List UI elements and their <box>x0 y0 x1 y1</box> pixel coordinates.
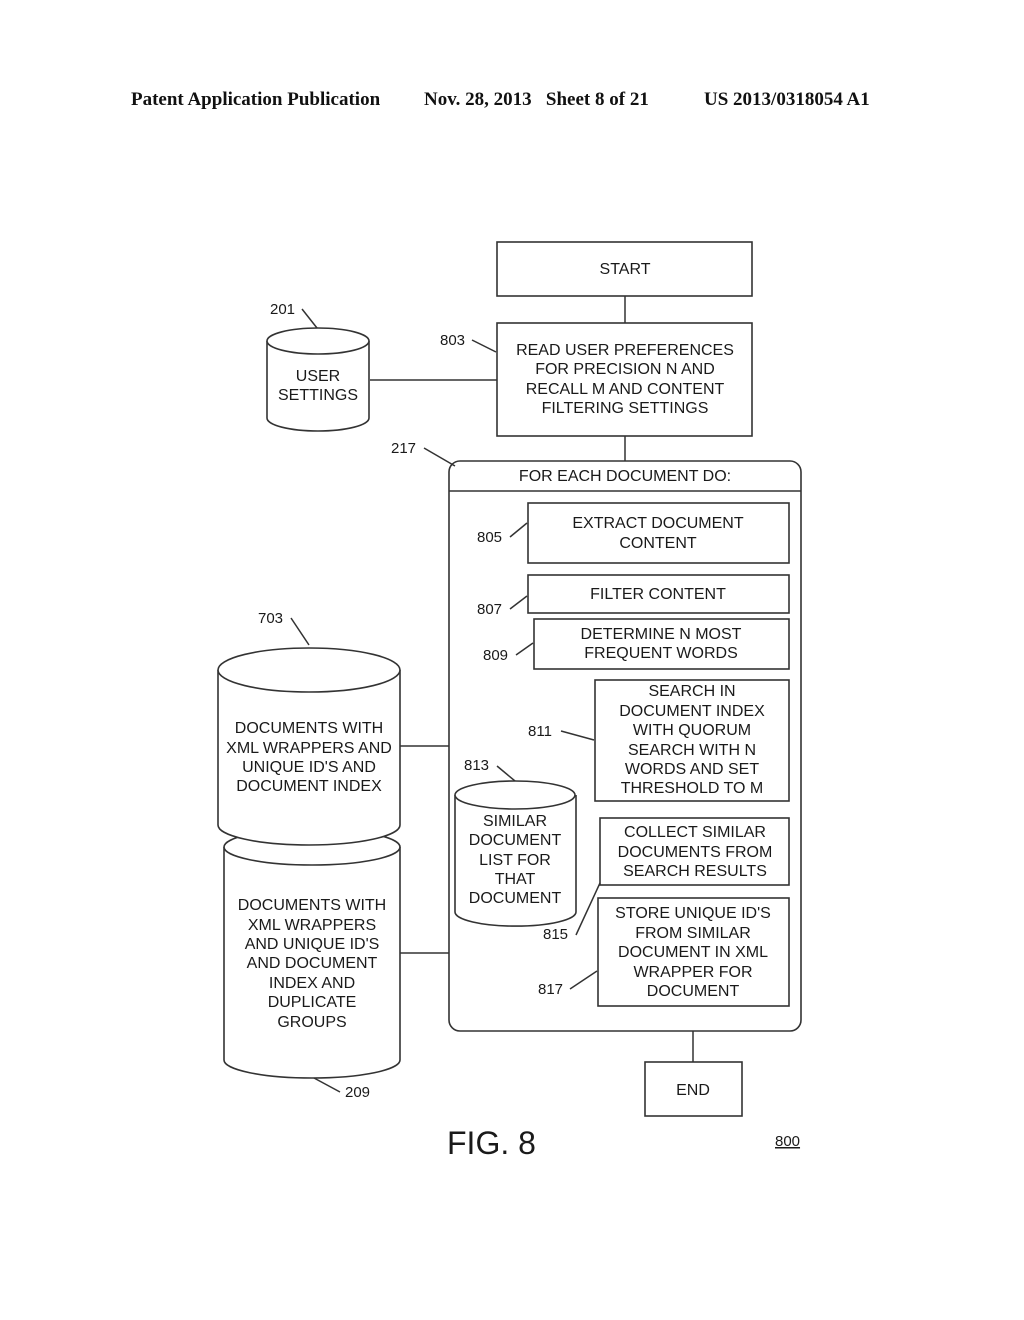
determine-line: DETERMINE N MOST <box>581 626 742 643</box>
end-label: END <box>676 1082 710 1099</box>
search-line: SEARCH IN <box>648 683 735 700</box>
ref-811: 811 <box>528 723 552 740</box>
docs-dup-line: DUPLICATE <box>268 994 357 1011</box>
collect-line: SEARCH RESULTS <box>623 863 767 880</box>
ref-815: 815 <box>543 926 568 943</box>
loop-title: FOR EACH DOCUMENT DO: <box>519 468 731 485</box>
store-line: FROM SIMILAR <box>635 925 751 942</box>
similar-list-line: LIST FOR <box>479 852 551 869</box>
patent-sheet: Patent Application Publication Nov. 28, … <box>0 0 1024 1320</box>
user-settings-line: SETTINGS <box>278 387 358 404</box>
docs-dup-line: GROUPS <box>277 1014 346 1031</box>
docs-index-line: UNIQUE ID'S AND <box>242 759 376 776</box>
store-line: DOCUMENT <box>647 983 740 1000</box>
similar-list-line: DOCUMENT <box>469 832 562 849</box>
leader-703 <box>290 617 310 646</box>
leader-201 <box>301 308 318 329</box>
store-line: WRAPPER FOR <box>633 964 752 981</box>
ref-813: 813 <box>464 757 489 774</box>
search-line: WITH QUORUM <box>633 722 751 739</box>
docs-dup-line: DOCUMENTS WITH <box>238 897 386 914</box>
collect-line: COLLECT SIMILAR <box>624 824 766 841</box>
search-line: WORDS AND SET <box>625 761 759 778</box>
flowchart: START READ USER PREFERENCES FOR PRECISIO… <box>217 241 802 1161</box>
collect-line: DOCUMENTS FROM <box>618 844 773 861</box>
ref-703: 703 <box>258 610 283 627</box>
user-settings-line: USER <box>296 368 340 385</box>
docs-index-line: XML WRAPPERS AND <box>226 740 392 757</box>
similar-list-line: THAT <box>495 871 536 888</box>
start-node: START <box>496 241 753 297</box>
ref-807: 807 <box>477 601 502 618</box>
ref-817: 817 <box>538 981 563 998</box>
ref-803: 803 <box>440 332 465 349</box>
store-line: DOCUMENT IN XML <box>618 944 768 961</box>
figure-caption: FIG. 8 <box>447 1125 536 1161</box>
docs-dup-line: INDEX AND <box>269 975 355 992</box>
read-prefs-line: READ USER PREFERENCES <box>516 342 734 359</box>
leader-217 <box>423 447 456 467</box>
search-line: THRESHOLD TO M <box>621 780 764 797</box>
start-label: START <box>600 261 651 278</box>
figure-ref-number: 800 <box>775 1133 800 1150</box>
docs-index-line: DOCUMENTS WITH <box>235 720 383 737</box>
read-prefs-line: FOR PRECISION N AND <box>535 361 715 378</box>
leader-209 <box>313 1077 341 1093</box>
search-line: DOCUMENT INDEX <box>619 703 765 720</box>
similar-list-line: DOCUMENT <box>469 890 562 907</box>
docs-dup-line: XML WRAPPERS <box>248 917 376 934</box>
user-settings-database: USER SETTINGS 201 <box>266 301 370 432</box>
store-line: STORE UNIQUE ID'S <box>615 905 771 922</box>
determine-line: FREQUENT WORDS <box>584 645 737 662</box>
docs-dup-line: AND UNIQUE ID'S <box>245 936 380 953</box>
leader-803 <box>471 339 497 353</box>
filter-line: FILTER CONTENT <box>590 586 726 603</box>
docs-duplicates-database: DOCUMENTS WITH XML WRAPPERS AND UNIQUE I… <box>223 828 401 1101</box>
extract-line: CONTENT <box>619 535 697 552</box>
ref-805: 805 <box>477 529 502 546</box>
docs-index-database: DOCUMENTS WITH XML WRAPPERS AND UNIQUE I… <box>217 610 401 846</box>
similar-list-line: SIMILAR <box>483 813 547 830</box>
ref-201: 201 <box>270 301 295 318</box>
ref-209: 209 <box>345 1084 370 1101</box>
search-line: SEARCH WITH N <box>628 742 756 759</box>
end-node: END <box>644 1061 743 1117</box>
docs-index-line: DOCUMENT INDEX <box>236 778 382 795</box>
read-prefs-line: RECALL M AND CONTENT <box>526 381 725 398</box>
ref-809: 809 <box>483 647 508 664</box>
extract-line: EXTRACT DOCUMENT <box>572 515 743 532</box>
ref-217: 217 <box>391 440 416 457</box>
read-prefs-line: FILTERING SETTINGS <box>542 400 709 417</box>
docs-dup-line: AND DOCUMENT <box>247 955 378 972</box>
